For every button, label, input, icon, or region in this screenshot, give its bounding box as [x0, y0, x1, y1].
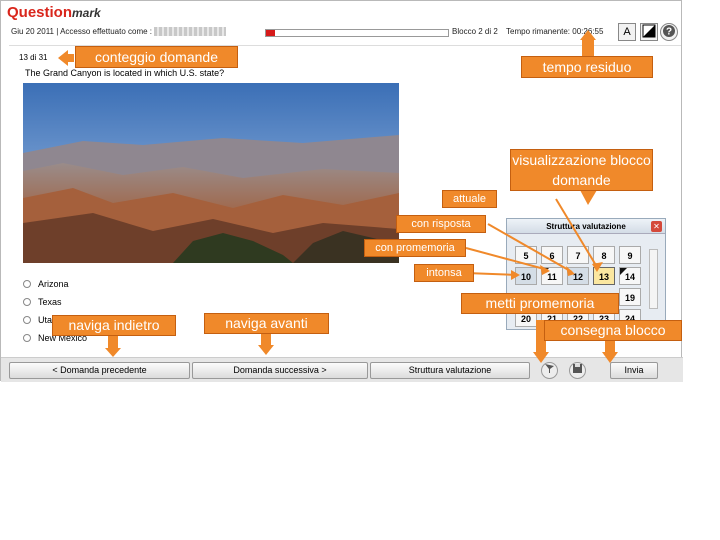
callout-answered: con risposta — [396, 215, 486, 233]
time-remaining: Tempo rimanente: 00:26:55 — [506, 27, 604, 36]
time-value: 00:26:55 — [572, 27, 604, 36]
question-cell[interactable]: 5 — [515, 246, 537, 264]
close-icon[interactable]: ✕ — [651, 221, 662, 232]
question-cell[interactable]: 7 — [567, 246, 589, 264]
question-cell[interactable]: 13 — [593, 267, 615, 285]
block-indicator: Blocco 2 di 2 — [452, 27, 498, 36]
help-icon: ? — [663, 25, 675, 38]
question-count: 13 di 31 — [19, 53, 48, 62]
save-icon — [573, 364, 582, 373]
date-text: Giu 20 2011 — [11, 27, 54, 36]
callout-untouched: intonsa — [414, 264, 474, 282]
callout-navigate-back: naviga indietro — [52, 315, 176, 336]
answer-option[interactable]: Arizona — [23, 275, 87, 293]
submit-button[interactable]: Invia — [610, 362, 658, 379]
callout-block-view: visualizzazione blocco domande — [510, 149, 653, 191]
flag-reminder-button[interactable] — [541, 362, 558, 379]
previous-question-button[interactable]: < Domanda precedente — [9, 362, 190, 379]
radio-button[interactable] — [23, 334, 31, 342]
callout-current: attuale — [442, 190, 497, 208]
save-button[interactable] — [569, 362, 586, 379]
progress-fill — [266, 30, 276, 36]
question-cell[interactable]: 6 — [541, 246, 563, 264]
assessment-structure-button[interactable]: Struttura valutazione — [370, 362, 530, 379]
question-cell[interactable]: 8 — [593, 246, 615, 264]
contrast-button[interactable] — [640, 23, 658, 41]
answer-list: Arizona Texas Utah New Mexico — [23, 275, 87, 347]
question-cell[interactable]: 9 — [619, 246, 641, 264]
login-label: Accesso effettuato come : — [60, 27, 152, 36]
question-cell[interactable]: 10 — [515, 267, 537, 285]
question-cell[interactable]: 19 — [619, 288, 641, 306]
radio-button[interactable] — [23, 316, 31, 324]
font-size-button[interactable]: A — [618, 23, 636, 41]
callout-time-remaining: tempo residuo — [521, 56, 653, 78]
user-name-redacted — [154, 27, 227, 37]
radio-button[interactable] — [23, 280, 31, 288]
questionmark-logo: Questionmark — [7, 4, 101, 21]
callout-set-reminder: metti promemoria — [461, 293, 619, 314]
radio-button[interactable] — [23, 298, 31, 306]
help-button[interactable]: ? — [660, 23, 678, 41]
question-text: The Grand Canyon is located in which U.S… — [25, 68, 225, 78]
svg-text:?: ? — [666, 27, 672, 38]
callout-question-count: conteggio domande — [75, 46, 238, 68]
flag-icon — [545, 364, 554, 373]
callout-submit-block: consegna blocco — [544, 320, 682, 341]
grand-canyon-photo — [23, 83, 399, 263]
contrast-icon — [642, 24, 656, 38]
callout-reminder: con promemoria — [364, 239, 466, 257]
answer-label: Arizona — [38, 279, 69, 289]
next-question-button[interactable]: Domanda successiva > — [192, 362, 368, 379]
question-cell[interactable]: 14 — [619, 267, 641, 285]
question-cell[interactable]: 11 — [541, 267, 563, 285]
panel-title: Struttura valutazione — [507, 219, 665, 234]
answer-label: Texas — [38, 297, 62, 307]
question-cell[interactable]: 12 — [567, 267, 589, 285]
session-info: Giu 20 2011 | Accesso effettuato come : — [11, 27, 227, 37]
progress-bar — [265, 29, 449, 37]
callout-navigate-forward: naviga avanti — [204, 313, 329, 334]
panel-scrollbar[interactable] — [649, 249, 658, 309]
answer-option[interactable]: Texas — [23, 293, 87, 311]
